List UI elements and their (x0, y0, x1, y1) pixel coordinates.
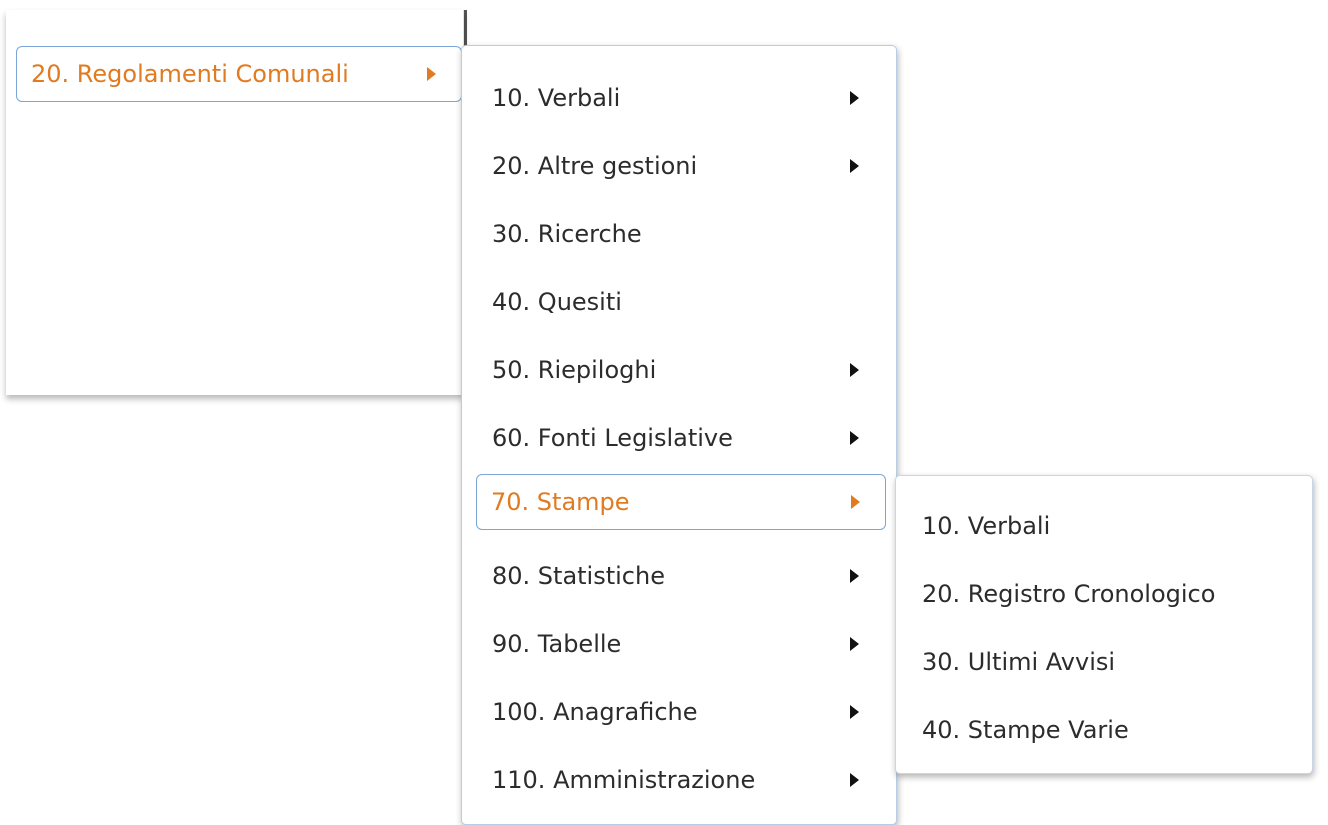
menu-item-label: 20. Regolamenti Comunali (31, 60, 349, 88)
submenu-arrow-icon (427, 67, 436, 81)
submenu-arrow-icon (850, 705, 859, 719)
submenu-arrow-icon (850, 363, 859, 377)
menu-item-stampe[interactable]: 70. Stampe (476, 474, 886, 530)
menu-item-label: 10. Verbali (922, 512, 1051, 540)
menu-item-tabelle[interactable]: 90. Tabelle (478, 618, 886, 670)
submenu-arrow-icon (850, 569, 859, 583)
menu-item-quesiti[interactable]: 40. Quesiti (478, 276, 886, 328)
submenu-item-stampe-varie[interactable]: 40. Stampe Varie (908, 704, 1302, 756)
menu-item-regolamenti-comunali[interactable]: 20. Regolamenti Comunali (16, 46, 462, 102)
menu-level-2: 10. Verbali 20. Altre gestioni 30. Ricer… (461, 45, 897, 825)
menu-item-label: 60. Fonti Legislative (492, 424, 733, 452)
menu-item-label: 20. Altre gestioni (492, 152, 698, 180)
menu-item-fonti-legislative[interactable]: 60. Fonti Legislative (478, 412, 886, 464)
menu-item-label: 70. Stampe (491, 488, 630, 516)
menu-item-label: 50. Riepiloghi (492, 356, 657, 384)
submenu-item-registro-cronologico[interactable]: 20. Registro Cronologico (908, 568, 1302, 620)
menu-item-label: 110. Amministrazione (492, 766, 756, 794)
menu-level-1: 20. Regolamenti Comunali (6, 10, 464, 395)
menu-item-label: 40. Stampe Varie (922, 716, 1129, 744)
submenu-item-ultimi-avvisi[interactable]: 30. Ultimi Avvisi (908, 636, 1302, 688)
menu-item-verbali[interactable]: 10. Verbali (478, 72, 886, 124)
submenu-arrow-icon (850, 773, 859, 787)
menu-item-label: 40. Quesiti (492, 288, 622, 316)
submenu-arrow-icon (850, 637, 859, 651)
submenu-arrow-icon (851, 495, 860, 509)
menu-item-label: 30. Ricerche (492, 220, 642, 248)
menu-item-amministrazione[interactable]: 110. Amministrazione (478, 754, 886, 806)
menu-item-altre-gestioni[interactable]: 20. Altre gestioni (478, 140, 886, 192)
menu-item-label: 100. Anagrafiche (492, 698, 698, 726)
menu-item-ricerche[interactable]: 30. Ricerche (478, 208, 886, 260)
menu-item-anagrafiche[interactable]: 100. Anagrafiche (478, 686, 886, 738)
menu-level-3: 10. Verbali 20. Registro Cronologico 30.… (895, 475, 1313, 774)
menu-item-statistiche[interactable]: 80. Statistiche (478, 550, 886, 602)
menu-item-label: 20. Registro Cronologico (922, 580, 1216, 608)
submenu-arrow-icon (850, 91, 859, 105)
menu-item-label: 30. Ultimi Avvisi (922, 648, 1116, 676)
menu-item-label: 80. Statistiche (492, 562, 665, 590)
menu-item-label: 10. Verbali (492, 84, 621, 112)
menu-item-label: 90. Tabelle (492, 630, 622, 658)
menu-item-riepiloghi[interactable]: 50. Riepiloghi (478, 344, 886, 396)
submenu-arrow-icon (850, 159, 859, 173)
submenu-item-verbali[interactable]: 10. Verbali (908, 500, 1302, 552)
submenu-arrow-icon (850, 431, 859, 445)
